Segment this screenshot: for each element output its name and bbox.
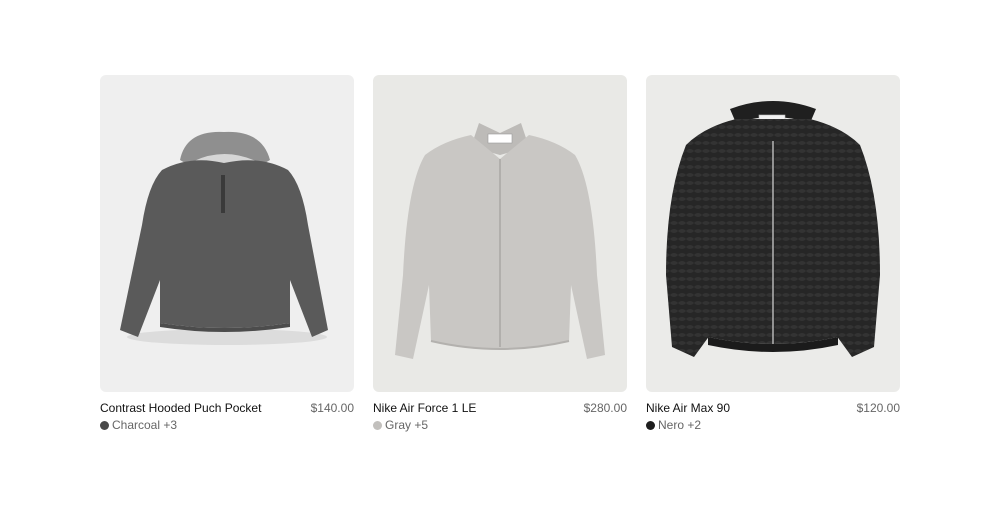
product-grid: Contrast Hooded Puch Pocket $140.00 Char…	[100, 75, 900, 432]
color-label: Charcoal +3	[112, 418, 178, 432]
product-image[interactable]	[646, 75, 900, 392]
color-swatch[interactable]	[646, 420, 655, 430]
jacket-image	[666, 101, 880, 357]
product-image[interactable]	[100, 75, 354, 392]
color-label: Nero +2	[658, 418, 702, 432]
product-name[interactable]: Contrast Hooded Puch Pocket	[100, 401, 261, 415]
product-price: $140.00	[310, 401, 354, 415]
shirt-image	[395, 123, 605, 359]
hoodie-image	[120, 131, 328, 345]
product-card[interactable]: Contrast Hooded Puch Pocket $140.00 Char…	[100, 75, 354, 432]
color-label: Gray +5	[385, 418, 429, 432]
product-name[interactable]: Nike Air Max 90	[646, 401, 730, 415]
color-swatch[interactable]	[100, 420, 109, 430]
product-card[interactable]: Nike Air Force 1 LE $280.00 Gray +5	[373, 75, 627, 432]
product-price: $280.00	[583, 401, 627, 415]
product-name[interactable]: Nike Air Force 1 LE	[373, 401, 476, 415]
product-card[interactable]: Nike Air Max 90 $120.00 Nero +2	[646, 75, 900, 432]
product-image[interactable]	[373, 75, 627, 392]
product-price: $120.00	[856, 401, 900, 415]
color-swatch[interactable]	[373, 420, 382, 430]
